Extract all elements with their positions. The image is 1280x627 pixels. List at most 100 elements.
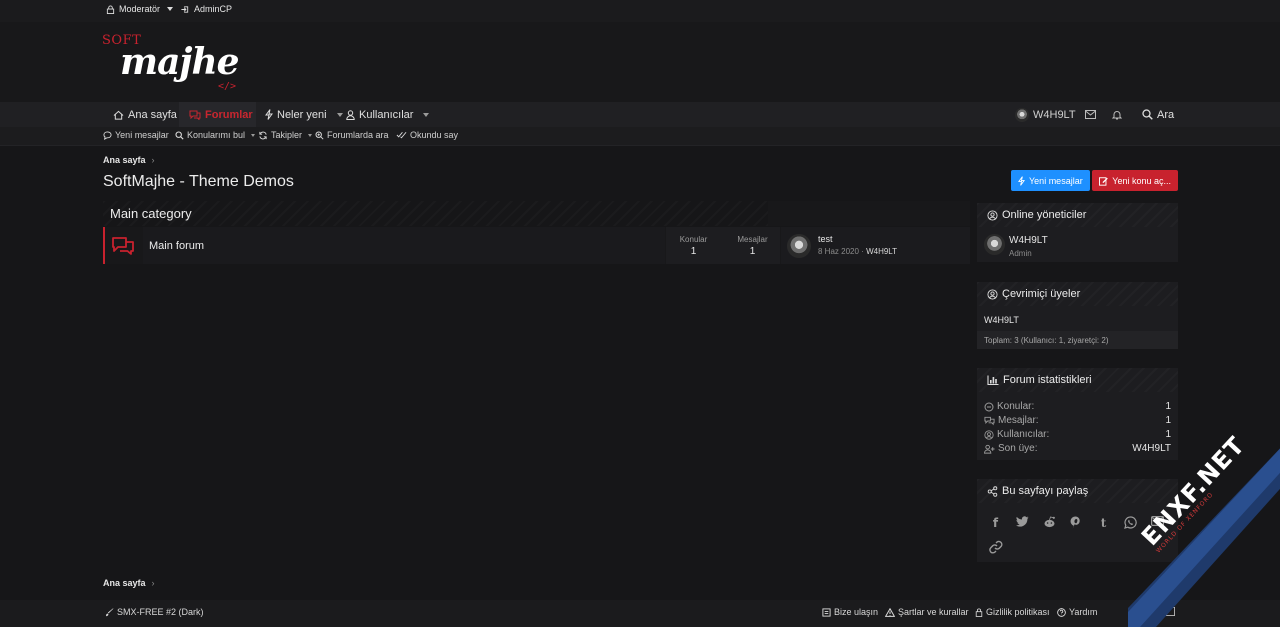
comments-icon — [112, 237, 134, 255]
meta-separator: · — [861, 247, 864, 256]
forum-threads-stat: Konular 1 — [666, 235, 721, 257]
new-thread-button[interactable]: Yeni konu aç... — [1092, 170, 1178, 191]
comment-icon — [103, 130, 112, 140]
last-post-meta: 8 Haz 2020 · W4H9LT — [818, 247, 897, 256]
pinterest-icon[interactable] — [1070, 516, 1083, 530]
user-icon — [346, 109, 355, 120]
breadcrumb-home[interactable]: Ana sayfa — [103, 578, 146, 588]
main-nav: Ana sayfa Forumlar Neler yeni Kullanıcıl… — [0, 102, 1280, 127]
forum-stats: Konular 1 Mesajlar 1 — [666, 227, 780, 264]
tab-whats-new-label: Neler yeni — [277, 108, 327, 121]
link-icon[interactable] — [989, 540, 1003, 554]
forum-threads-label: Konular — [679, 235, 708, 244]
style-chooser[interactable]: SMX-FREE #2 (Dark) — [105, 607, 204, 617]
forum-icon — [111, 236, 135, 255]
chevron-down-icon — [336, 112, 343, 117]
avatar[interactable] — [787, 234, 811, 258]
inbox-button[interactable] — [1085, 102, 1096, 127]
bell-icon — [1112, 110, 1122, 119]
tumblr-icon[interactable]: t — [1097, 516, 1110, 530]
tab-home-label: Ana sayfa — [128, 108, 177, 121]
subnav-search-forums-label: Forumlarda ara — [327, 130, 389, 140]
sign-in-icon — [181, 5, 189, 13]
new-thread-button-label: Yeni konu aç... — [1112, 175, 1171, 186]
page-title: SoftMajhe - Theme Demos — [103, 173, 294, 190]
check-double-icon — [396, 131, 407, 139]
contact-icon — [822, 607, 831, 617]
avatar[interactable] — [984, 234, 1005, 255]
subnav-search-forums[interactable]: Forumlarda ara — [315, 130, 389, 140]
account-menu[interactable]: W4H9LT — [1015, 102, 1076, 127]
new-posts-button-label: Yeni mesajlar — [1029, 175, 1083, 186]
admincp-link[interactable]: AdminCP — [180, 4, 232, 14]
subnav-find-threads[interactable]: Konularımı bul — [175, 130, 256, 140]
tab-whats-new[interactable]: Neler yeni — [265, 102, 343, 127]
sync-icon — [259, 131, 267, 139]
footer-contact-label: Bize ulaşın — [834, 607, 879, 617]
footer-terms[interactable]: Şartlar ve kurallar — [885, 607, 969, 617]
chevron-right-icon: › — [151, 155, 155, 165]
staff-bar: Moderatör AdminCP — [0, 0, 1280, 22]
chart-bar-icon — [987, 375, 999, 385]
account-username: W4H9LT — [1033, 108, 1076, 121]
footer-contact[interactable]: Bize ulaşın — [822, 607, 878, 617]
subnav-watched-label: Takipler — [271, 130, 303, 140]
tab-home[interactable]: Ana sayfa — [106, 102, 184, 127]
forum-stats-title: Forum istatistikleri — [1003, 374, 1092, 386]
forum-messages-stat: Mesajlar 1 — [725, 235, 780, 257]
subnav-watched[interactable]: Takipler — [258, 130, 313, 140]
share-title: Bu sayfayı paylaş — [1002, 485, 1089, 497]
stats-latest-label: Son üye: — [998, 443, 1038, 454]
footer-help[interactable]: Yardım — [1057, 607, 1097, 617]
user-plus-icon — [984, 444, 995, 454]
members-online-user[interactable]: W4H9LT — [984, 315, 1019, 325]
alerts-button[interactable] — [1112, 102, 1122, 127]
forum-messages-value: 1 — [749, 246, 756, 257]
search-icon — [1142, 109, 1153, 120]
forum-stats-header: Forum istatistikleri — [977, 368, 1178, 392]
logo-majhe: majhe — [120, 41, 240, 83]
last-post-user[interactable]: W4H9LT — [866, 247, 897, 256]
staff-online-role: Admin — [1009, 249, 1032, 258]
subnav-new-posts[interactable]: Yeni mesajlar — [103, 130, 169, 140]
user-circle-icon — [984, 429, 994, 440]
moderator-label: Moderatör — [119, 4, 161, 14]
search-plus-icon — [315, 130, 324, 140]
stats-threads-label: Konular: — [997, 401, 1035, 412]
category-title: Main category — [110, 206, 192, 221]
chevron-right-icon: › — [151, 578, 155, 588]
share-icon — [987, 485, 998, 497]
staff-online-user[interactable]: W4H9LT — [1009, 235, 1048, 246]
comments-icon — [189, 110, 201, 120]
footer-terms-label: Şartlar ve kurallar — [898, 607, 969, 617]
twitter-icon[interactable] — [1016, 516, 1029, 530]
paint-brush-icon — [106, 607, 114, 616]
edit-icon — [1099, 176, 1108, 186]
tab-members[interactable]: Kullanıcılar — [346, 102, 430, 127]
lock-icon — [975, 608, 983, 617]
forum-title-link[interactable]: Main forum — [149, 240, 204, 252]
chevron-down-icon — [167, 7, 174, 11]
logo-code: </> — [218, 81, 237, 92]
breadcrumb-home[interactable]: Ana sayfa — [103, 155, 146, 165]
stats-messages-row: Mesajlar: 1 — [984, 415, 1171, 426]
tab-forums[interactable]: Forumlar — [179, 102, 256, 127]
search-label: Ara — [1157, 108, 1175, 121]
category-header[interactable]: Main category — [103, 201, 768, 226]
stats-members-label: Kullanıcılar: — [997, 429, 1050, 440]
stats-messages-label: Mesajlar: — [998, 415, 1039, 426]
site-logo[interactable]: SOFT majhe </> — [102, 27, 242, 97]
reddit-icon[interactable] — [1043, 516, 1056, 530]
admincp-label: AdminCP — [194, 4, 233, 14]
facebook-icon[interactable]: f — [989, 516, 1002, 530]
search-button[interactable]: Ara — [1142, 102, 1174, 127]
staff-online-title: Online yöneticiler — [1002, 209, 1087, 221]
stats-threads-value: 1 — [1165, 401, 1171, 412]
footer-privacy[interactable]: Gizlilik politikası — [975, 607, 1050, 617]
last-post-title[interactable]: test — [818, 234, 833, 244]
subnav-mark-read[interactable]: Okundu say — [396, 130, 458, 140]
avatar — [1015, 107, 1029, 122]
new-posts-button[interactable]: Yeni mesajlar — [1011, 170, 1090, 191]
style-chooser-label: SMX-FREE #2 (Dark) — [117, 607, 204, 617]
moderator-menu[interactable]: Moderatör — [106, 4, 174, 14]
